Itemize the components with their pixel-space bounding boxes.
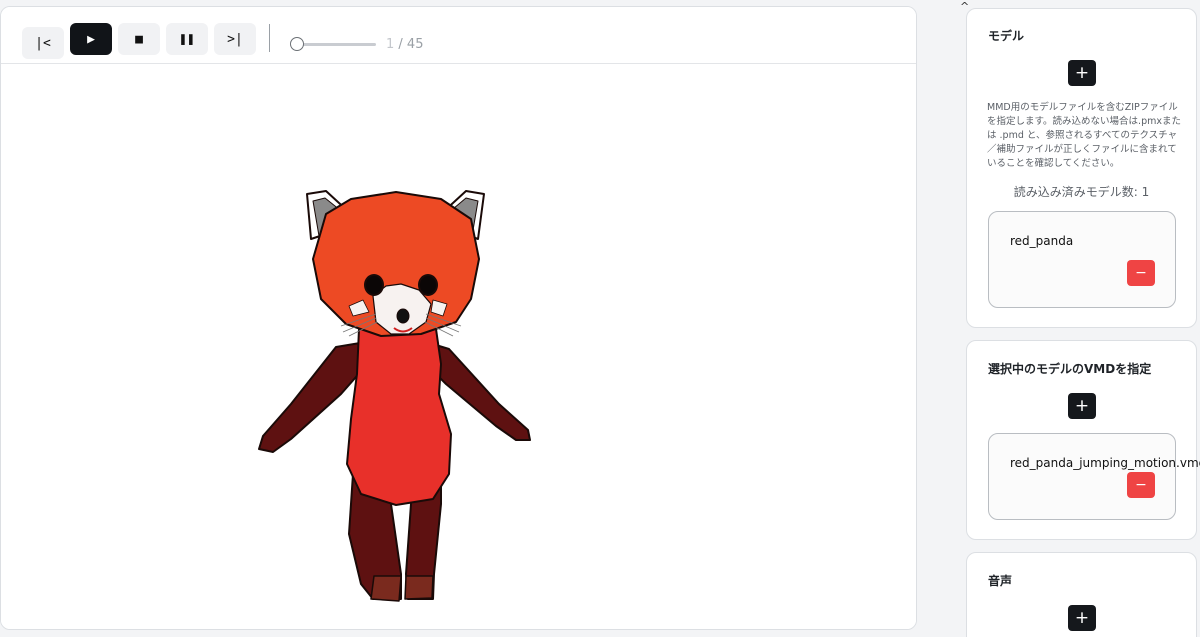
frame-total: / 45 (398, 37, 424, 52)
model-list-item[interactable]: red_panda − (988, 211, 1176, 308)
toolbar-divider (269, 24, 270, 52)
first-frame-button[interactable]: |< (22, 27, 64, 59)
pause-button[interactable]: ❚❚ (166, 23, 208, 55)
frame-slider-handle[interactable] (290, 37, 304, 51)
audio-card: 音声 + (966, 552, 1197, 637)
model-item-name: red_panda (1010, 234, 1074, 248)
remove-vmd-button[interactable]: − (1127, 472, 1155, 498)
remove-model-button[interactable]: − (1127, 260, 1155, 286)
model-description: MMD用のモデルファイルを含むZIPファイルを指定します。読み込めない場合は.p… (987, 102, 1181, 169)
vmd-list-item[interactable]: red_panda_jumping_motion.vmd − (988, 433, 1200, 520)
model-card-title: モデル (988, 29, 1025, 43)
red-panda-model (258, 190, 531, 602)
vmd-card-title: 選択中のモデルのVMDを指定 (988, 362, 1152, 376)
model-card: モデル + MMD用のモデルファイルを含むZIPファイルを指定します。読み込めな… (966, 8, 1197, 328)
add-model-button[interactable]: + (1068, 60, 1096, 86)
add-audio-button[interactable]: + (1068, 605, 1096, 631)
frame-current: 1 (386, 37, 395, 52)
playback-toolbar: |< ▶ ■ ❚❚ >| 1 / 45 (1, 7, 916, 64)
frame-counter: 1 / 45 (386, 37, 423, 52)
vmd-card: 選択中のモデルのVMDを指定 + red_panda_jumping_motio… (966, 340, 1200, 540)
viewer-panel: |< ▶ ■ ❚❚ >| 1 / 45 (0, 6, 917, 630)
audio-card-title: 音声 (988, 574, 1013, 588)
add-vmd-button[interactable]: + (1068, 393, 1096, 419)
play-button[interactable]: ▶ (70, 23, 112, 55)
vmd-item-name: red_panda_jumping_motion.vmd (1010, 456, 1200, 470)
model-stage[interactable] (1, 64, 916, 629)
frame-slider[interactable] (297, 43, 376, 46)
loaded-model-count: 読み込み済みモデル数: 1 (1013, 185, 1150, 199)
last-frame-button[interactable]: >| (214, 23, 256, 55)
stop-button[interactable]: ■ (118, 23, 160, 55)
